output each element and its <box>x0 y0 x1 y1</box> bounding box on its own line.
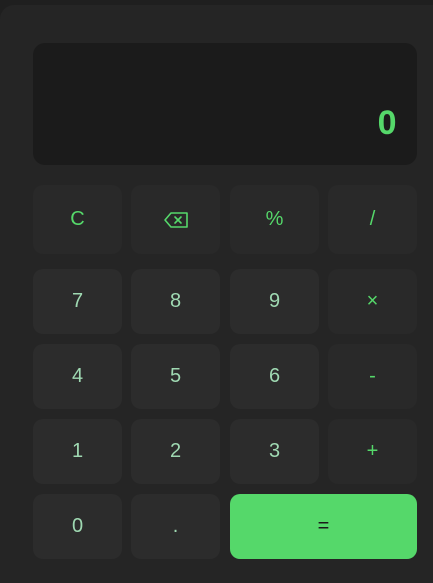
digit-0-label: 0 <box>71 515 84 537</box>
clear-button-label: C <box>70 208 85 230</box>
backspace-icon <box>163 211 189 229</box>
subtract-button-label: - <box>369 365 376 387</box>
digit-3-button[interactable]: 3 <box>230 419 319 484</box>
display-panel: 0 <box>33 43 417 165</box>
digit-9-button[interactable]: 9 <box>230 269 319 334</box>
add-button-label: + <box>366 440 379 462</box>
digit-8-button[interactable]: 8 <box>131 269 220 334</box>
digit-9-label: 9 <box>268 290 281 312</box>
percent-button[interactable]: % <box>230 185 319 254</box>
digit-3-label: 3 <box>268 440 281 462</box>
display-value: 0 <box>377 104 397 142</box>
decimal-button-label: . <box>172 515 179 537</box>
digit-6-button[interactable]: 6 <box>230 344 319 409</box>
digit-5-label: 5 <box>169 365 182 387</box>
divide-button[interactable]: / <box>328 185 417 254</box>
backspace-button[interactable] <box>131 185 220 254</box>
digit-4-button[interactable]: 4 <box>33 344 122 409</box>
multiply-button[interactable]: × <box>328 269 417 334</box>
subtract-button[interactable]: - <box>328 344 417 409</box>
digit-7-label: 7 <box>71 290 84 312</box>
digit-5-button[interactable]: 5 <box>131 344 220 409</box>
digit-6-label: 6 <box>268 365 281 387</box>
digit-1-label: 1 <box>71 440 84 462</box>
equals-button[interactable]: = <box>230 494 417 559</box>
digit-8-label: 8 <box>169 290 182 312</box>
digit-1-button[interactable]: 1 <box>33 419 122 484</box>
digit-7-button[interactable]: 7 <box>33 269 122 334</box>
decimal-button[interactable]: . <box>131 494 220 559</box>
equals-button-label: = <box>317 515 330 537</box>
digit-4-label: 4 <box>71 365 84 387</box>
percent-button-label: % <box>265 208 284 230</box>
digit-2-label: 2 <box>169 440 182 462</box>
multiply-button-label: × <box>366 290 379 312</box>
add-button[interactable]: + <box>328 419 417 484</box>
clear-button[interactable]: C <box>33 185 122 254</box>
calculator: 0 C % / 7 8 9 × 4 5 6 - 1 2 3 + 0 . = <box>0 5 433 583</box>
digit-2-button[interactable]: 2 <box>131 419 220 484</box>
digit-0-button[interactable]: 0 <box>33 494 122 559</box>
divide-button-label: / <box>369 208 376 230</box>
